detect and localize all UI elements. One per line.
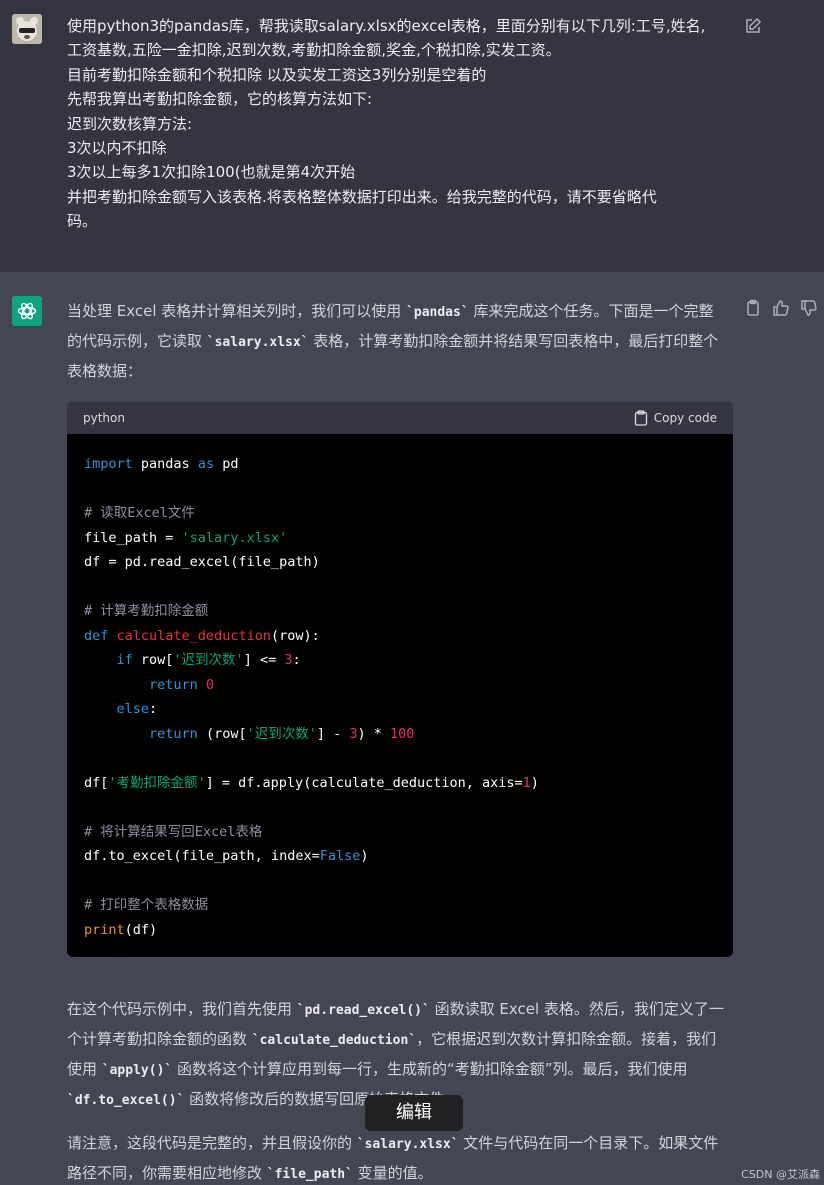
code-line: df['考勤扣除金额'] = df.apply(calculate_deduct… xyxy=(84,774,539,791)
code-line: df.to_excel(file_path, index=False) xyxy=(84,848,369,864)
thumbs-down-icon[interactable] xyxy=(800,299,818,317)
code-comment: # 读取Excel文件 xyxy=(84,505,195,521)
user-line: 并把考勤扣除金额写入该表格.将表格整体数据打印出来。给我完整的代码，请不要省略代 xyxy=(67,187,657,206)
code-line: print(df) xyxy=(84,921,158,938)
inline-code: `pandas` xyxy=(406,305,469,320)
code-language: python xyxy=(83,411,125,425)
edit-tooltip: 编辑 xyxy=(365,1095,463,1131)
user-line: 码。 xyxy=(67,212,98,231)
code-line: file_path = 'salary.xlsx' xyxy=(84,529,288,546)
code-comment: # 将计算结果写回Excel表格 xyxy=(84,823,263,840)
user-line: 使用python3的pandas库，帮我读取salary.xlsx的excel表… xyxy=(67,17,706,35)
inline-code: `salary.xlsx` xyxy=(206,335,309,350)
inline-code: `df.to_excel()` xyxy=(67,1093,185,1108)
code-line: return 0 xyxy=(149,676,215,693)
copy-code-button[interactable]: Copy code xyxy=(634,410,717,426)
copy-code-label: Copy code xyxy=(653,411,717,425)
code-line: import pandas as pd xyxy=(84,456,239,472)
assistant-avatar xyxy=(12,296,42,326)
inline-code: `apply()` xyxy=(101,1063,173,1078)
explain-text: 在这个代码示例中，我们首先使用 xyxy=(67,1000,297,1018)
code-comment: # 计算考勤扣除金额 xyxy=(84,603,209,619)
inline-code: `file_path` xyxy=(266,1167,353,1182)
code-content: import pandas as pd # 读取Excel文件 file_pat… xyxy=(67,434,733,957)
user-message: 使用python3的pandas库，帮我读取salary.xlsx的excel表… xyxy=(0,0,824,272)
code-line: df = pd.read_excel(file_path) xyxy=(84,554,320,570)
clipboard-icon[interactable] xyxy=(744,299,762,317)
inline-code: `pd.read_excel()` xyxy=(296,1003,430,1018)
user-line: 迟到次数核算方法: xyxy=(67,114,193,133)
edit-icon[interactable] xyxy=(744,17,762,35)
message-actions xyxy=(744,299,818,317)
note-text: 变量的值。 xyxy=(352,1164,433,1182)
assistant-intro: 当处理 Excel 表格并计算相关列时，我们可以使用 `pandas` 库来完成… xyxy=(67,297,727,385)
watermark: CSDN @艾派森 xyxy=(741,1168,820,1181)
user-message-text: 使用python3的pandas库，帮我读取salary.xlsx的excel表… xyxy=(67,14,727,234)
code-line: def calculate_deduction(row): xyxy=(84,627,320,644)
user-line: 3次以内不扣除 xyxy=(67,139,167,158)
inline-code: `calculate_deduction` xyxy=(251,1033,417,1048)
note-text: 请注意，这段代码是完整的，并且假设你的 xyxy=(67,1134,357,1152)
intro-text: 当处理 Excel 表格并计算相关列时，我们可以使用 xyxy=(67,302,407,320)
user-line: 目前考勤扣除金额和个税扣除 以及实发工资这3列分别是空着的 xyxy=(67,65,487,84)
code-line: else: xyxy=(116,701,158,717)
code-block: python Copy code import pandas as pd # 读… xyxy=(67,402,733,957)
assistant-note: 请注意，这段代码是完整的，并且假设你的 `salary.xlsx` 文件与代码在… xyxy=(67,1129,727,1185)
clipboard-icon xyxy=(634,410,647,426)
openai-logo-icon xyxy=(17,302,37,320)
code-comment: # 打印整个表格数据 xyxy=(84,897,209,913)
user-line: 工资基数,五险一金扣除,迟到次数,考勤扣除金额,奖金,个税扣除,实发工资。 xyxy=(67,41,561,60)
thumbs-up-icon[interactable] xyxy=(772,299,790,317)
user-line: 3次以上每多1次扣除100(也就是第4次开始 xyxy=(67,163,356,182)
code-line: if row['迟到次数'] <= 3: xyxy=(116,652,301,668)
inline-code: `salary.xlsx` xyxy=(356,1137,459,1152)
user-line: 先帮我算出考勤扣除金额，它的核算方法如下: xyxy=(67,90,373,109)
explain-text: 函数将这个计算应用到每一行，生成新的“考勤扣除金额”列。最后，我们使用 xyxy=(172,1060,688,1078)
code-header: python Copy code xyxy=(67,402,733,434)
code-line: return (row['迟到次数'] - 3) * 100 xyxy=(149,725,415,742)
user-avatar xyxy=(12,14,42,44)
